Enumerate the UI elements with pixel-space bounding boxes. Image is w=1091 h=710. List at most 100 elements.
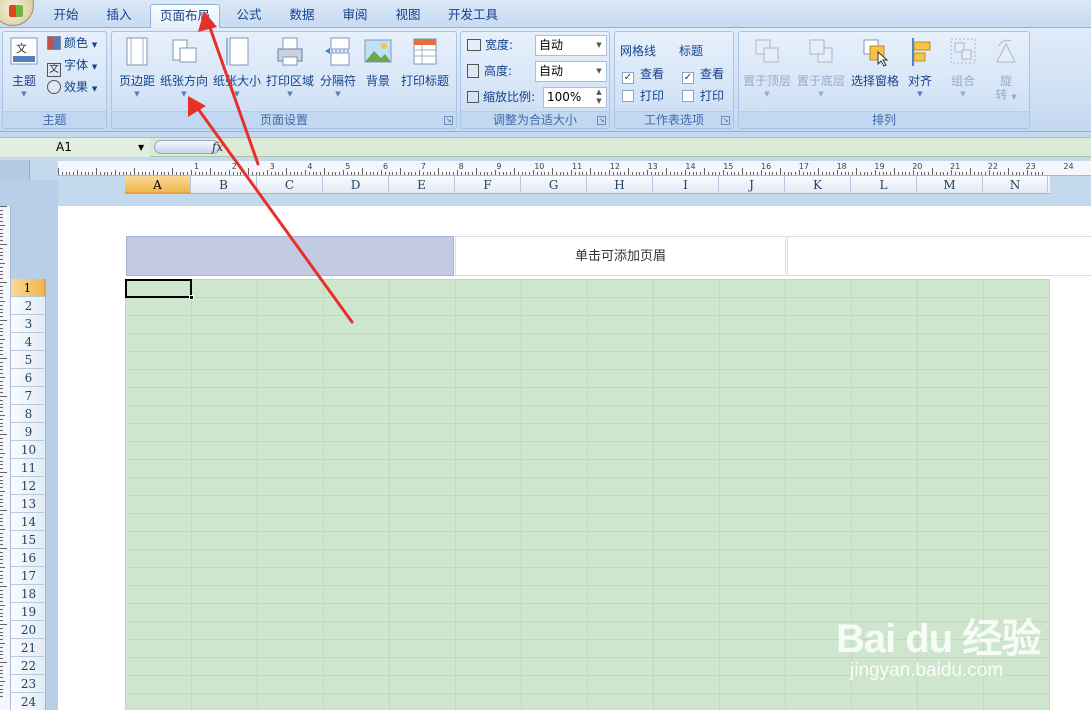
- column-header-b[interactable]: B: [191, 176, 257, 194]
- row-header-21[interactable]: 21: [11, 639, 46, 657]
- page-setup-launcher-icon[interactable]: ↘: [444, 116, 453, 125]
- tab-review[interactable]: 审阅: [336, 4, 374, 28]
- column-header-g[interactable]: G: [521, 176, 587, 194]
- column-header-l[interactable]: L: [851, 176, 917, 194]
- row-header-6[interactable]: 6: [11, 369, 46, 387]
- scale-launcher-icon[interactable]: ↘: [597, 116, 606, 125]
- tab-view[interactable]: 视图: [388, 4, 428, 28]
- align-button[interactable]: 对齐 ▼: [903, 36, 937, 99]
- column-header-j[interactable]: J: [719, 176, 785, 194]
- scale-spinner[interactable]: 100% ▲ ▼: [543, 87, 607, 108]
- function-fx-icon[interactable]: fx: [212, 140, 223, 154]
- tab-home[interactable]: 开始: [46, 4, 86, 28]
- header-right-section[interactable]: [787, 236, 1091, 276]
- row-header-23[interactable]: 23: [11, 675, 46, 693]
- ruler-tick: [0, 270, 3, 272]
- column-header-k[interactable]: K: [785, 176, 851, 194]
- ruler-tick: [217, 172, 219, 175]
- gridlines-view-checkbox[interactable]: ✓ 查看: [622, 65, 664, 84]
- column-header-m[interactable]: M: [917, 176, 983, 194]
- themes-button[interactable]: 文 主题 ▼: [7, 36, 41, 99]
- ruler-tick: [0, 464, 3, 466]
- height-select[interactable]: 自动 ▼: [535, 61, 607, 82]
- fill-handle[interactable]: [189, 295, 194, 300]
- row-header-17[interactable]: 17: [11, 567, 46, 585]
- row-header-1[interactable]: 1: [11, 279, 46, 297]
- row-header-12[interactable]: 12: [11, 477, 46, 495]
- spin-arrows-icon[interactable]: ▲ ▼: [592, 88, 606, 107]
- row-header-18[interactable]: 18: [11, 585, 46, 603]
- header-center-section[interactable]: 单击可添加页眉: [455, 236, 786, 276]
- row-header-20[interactable]: 20: [11, 621, 46, 639]
- ruler-tick: [567, 172, 569, 175]
- header-left-section[interactable]: [126, 236, 454, 276]
- row-header-10[interactable]: 10: [11, 441, 46, 459]
- ruler-tick: [354, 172, 356, 175]
- row-header-13[interactable]: 13: [11, 495, 46, 513]
- selection-pane-button[interactable]: 选择窗格: [849, 36, 901, 89]
- tab-page-layout[interactable]: 页面布局: [150, 4, 220, 29]
- row-header-3[interactable]: 3: [11, 315, 46, 333]
- print-titles-button[interactable]: 打印标题: [398, 36, 452, 89]
- name-box-dropdown-icon[interactable]: ▼: [138, 143, 144, 152]
- ruler-tick: [0, 373, 3, 375]
- margins-icon: [122, 36, 152, 68]
- ruler-tick: [411, 172, 413, 175]
- row-header-9[interactable]: 9: [11, 423, 46, 441]
- headings-print-checkbox[interactable]: 打印: [682, 87, 724, 105]
- column-header-h[interactable]: H: [587, 176, 653, 194]
- send-backward-button[interactable]: 置于底层 ▼: [795, 36, 847, 99]
- tab-formulas[interactable]: 公式: [230, 4, 268, 28]
- name-box[interactable]: A1: [0, 138, 150, 157]
- row-header-19[interactable]: 19: [11, 603, 46, 621]
- print-area-button[interactable]: 打印区域 ▼: [264, 36, 316, 99]
- chevron-down-icon: ▼: [21, 90, 27, 98]
- row-header-24[interactable]: 24: [11, 693, 46, 710]
- group-objects-button[interactable]: 组合 ▼: [943, 36, 983, 99]
- column-header-a[interactable]: A: [125, 176, 191, 194]
- row-header-5[interactable]: 5: [11, 351, 46, 369]
- row-header-2[interactable]: 2: [11, 297, 46, 315]
- row-header-11[interactable]: 11: [11, 459, 46, 477]
- row-header-16[interactable]: 16: [11, 549, 46, 567]
- row-header-8[interactable]: 8: [11, 405, 46, 423]
- formula-bar-resize-handle[interactable]: [154, 140, 220, 154]
- row-header-22[interactable]: 22: [11, 657, 46, 675]
- gridlines-print-checkbox[interactable]: 打印: [622, 87, 664, 105]
- office-button[interactable]: [0, 0, 34, 26]
- column-header-e[interactable]: E: [389, 176, 455, 194]
- background-button[interactable]: 背景: [362, 36, 394, 89]
- breaks-button[interactable]: 分隔符 ▼: [316, 36, 360, 99]
- tab-data[interactable]: 数据: [282, 4, 322, 28]
- colors-button[interactable]: 颜色 ▼: [47, 34, 97, 52]
- column-header-n[interactable]: N: [983, 176, 1048, 194]
- width-select[interactable]: 自动 ▼: [535, 35, 607, 56]
- sheet-options-launcher-icon[interactable]: ↘: [721, 116, 730, 125]
- row-header-7[interactable]: 7: [11, 387, 46, 405]
- column-header-c[interactable]: C: [257, 176, 323, 194]
- tab-developer[interactable]: 开发工具: [442, 4, 504, 28]
- row-header-14[interactable]: 14: [11, 513, 46, 531]
- row-header-4[interactable]: 4: [11, 333, 46, 351]
- orientation-button[interactable]: 纸张方向 ▼: [158, 36, 210, 99]
- headings-view-checkbox[interactable]: ✓ 查看: [682, 65, 724, 84]
- size-button[interactable]: 纸张大小 ▼: [212, 36, 262, 99]
- ruler-tick: [0, 578, 3, 580]
- rotate-button[interactable]: 旋 转 ▼: [987, 36, 1025, 103]
- select-all-corner[interactable]: [0, 160, 30, 180]
- ruler-number: 5: [345, 162, 351, 171]
- tab-insert[interactable]: 插入: [100, 4, 138, 28]
- ruler-tick: [905, 172, 907, 175]
- print-area-label: 打印区域: [265, 74, 314, 88]
- column-header-d[interactable]: D: [323, 176, 389, 194]
- row-header-15[interactable]: 15: [11, 531, 46, 549]
- fonts-button[interactable]: 文字体 ▼: [47, 56, 97, 77]
- active-cell-a1[interactable]: [125, 279, 194, 300]
- ruler-tick: [821, 172, 823, 175]
- chevron-down-icon: ▼: [596, 67, 602, 75]
- effects-button[interactable]: 效果 ▼: [47, 78, 97, 96]
- column-header-f[interactable]: F: [455, 176, 521, 194]
- bring-forward-button[interactable]: 置于顶层 ▼: [741, 36, 793, 99]
- margins-button[interactable]: 页边距 ▼: [116, 36, 158, 99]
- column-header-i[interactable]: I: [653, 176, 719, 194]
